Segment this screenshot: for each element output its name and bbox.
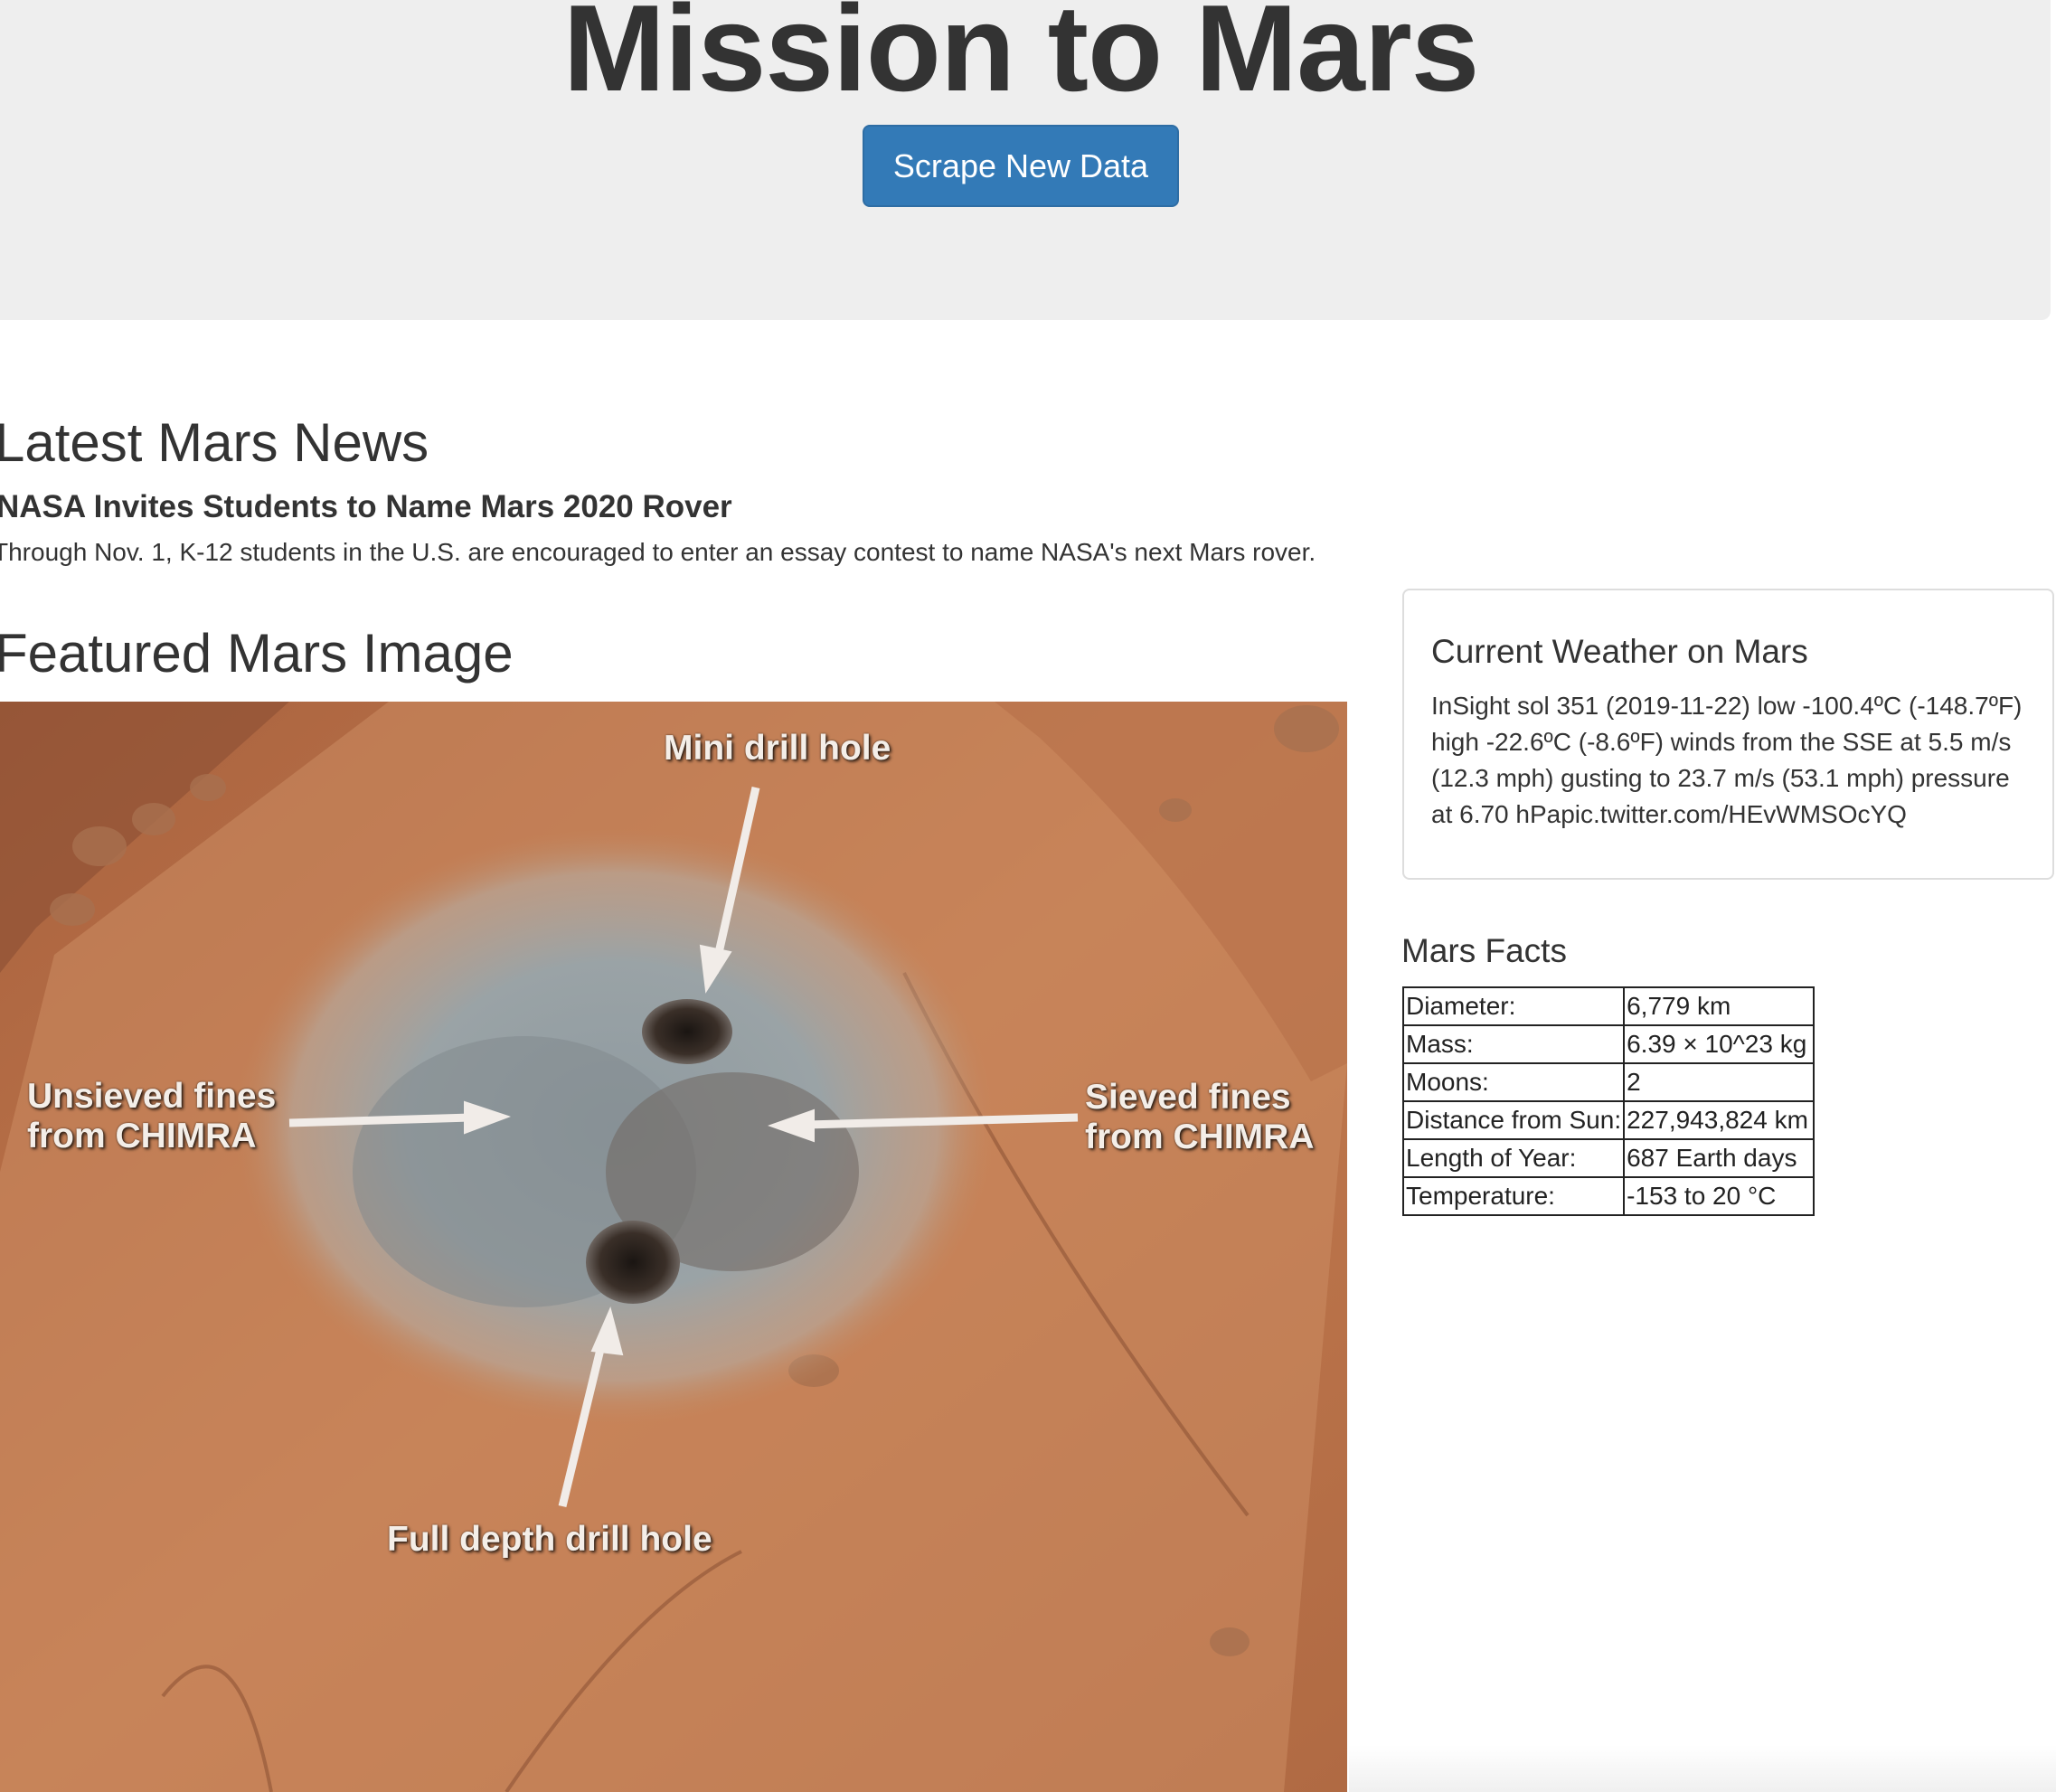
table-row: Diameter: 6,779 km (1401, 986, 1816, 1026)
fact-label: Temperature: (1401, 1176, 1626, 1216)
facts-heading: Mars Facts (1401, 932, 1567, 969)
label-sieved-fines: Sieved fines from CHIMRA (1085, 1078, 1315, 1156)
news-teaser: Through Nov. 1, K-12 students in the U.S… (0, 538, 1316, 566)
label-unsieved-fines: Unsieved fines from CHIMRA (27, 1077, 277, 1155)
fact-label: Mass: (1401, 1024, 1626, 1064)
table-row: Mass: 6.39 × 10^23 kg (1401, 1024, 1816, 1064)
table-row: Length of Year: 687 Earth days (1401, 1138, 1816, 1178)
scrape-new-data-button[interactable]: Scrape New Data (863, 125, 1179, 207)
fact-label: Distance from Sun: (1401, 1100, 1626, 1140)
table-row: Temperature: -153 to 20 °C (1401, 1176, 1816, 1216)
page-title: Mission to Mars (562, 0, 1480, 117)
fact-value: -153 to 20 °C (1623, 1176, 1816, 1216)
fact-label: Diameter: (1401, 986, 1626, 1026)
weather-card: Current Weather on Mars InSight sol 351 … (1402, 589, 2054, 880)
fact-value: 2 (1623, 1062, 1816, 1102)
mars-facts-table: Diameter: 6,779 km Mass: 6.39 × 10^23 kg… (1401, 986, 1816, 1216)
page-bottom-shade (1349, 1745, 2056, 1792)
fact-value: 6,779 km (1623, 986, 1816, 1026)
mars-rock-photo (0, 702, 1347, 1792)
page: Mission to Mars Scrape New Data Latest M… (0, 0, 2056, 1792)
weather-title: Current Weather on Mars (1431, 633, 1808, 670)
news-title: NASA Invites Students to Name Mars 2020 … (0, 489, 732, 524)
label-full-depth-drill-hole: Full depth drill hole (387, 1520, 712, 1559)
table-row: Moons: 2 (1401, 1062, 1816, 1102)
featured-image-heading: Featured Mars Image (0, 623, 514, 684)
fact-value: 687 Earth days (1623, 1138, 1816, 1178)
weather-text: InSight sol 351 (2019-11-22) low -100.4º… (1431, 692, 2023, 828)
featured-mars-image[interactable]: Mini drill hole Unsieved fines from CHIM… (0, 702, 1347, 1792)
news-heading: Latest Mars News (0, 412, 429, 473)
table-row: Distance from Sun: 227,943,824 km (1401, 1100, 1816, 1140)
fact-label: Moons: (1401, 1062, 1626, 1102)
fact-value: 227,943,824 km (1623, 1100, 1816, 1140)
fact-label: Length of Year: (1401, 1138, 1626, 1178)
jumbotron-header: Mission to Mars Scrape New Data (0, 0, 2051, 320)
fact-value: 6.39 × 10^23 kg (1623, 1024, 1816, 1064)
label-mini-drill-hole: Mini drill hole (664, 729, 891, 768)
